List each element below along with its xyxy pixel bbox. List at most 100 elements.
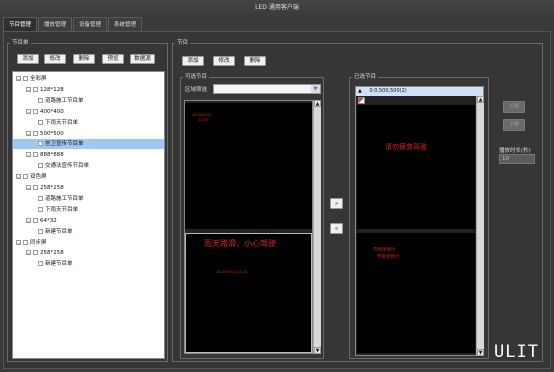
tree-resolution[interactable]: − 500*500 xyxy=(13,129,164,139)
area-filter-label: 区域筛选 xyxy=(185,87,208,93)
expand-collapse-icon[interactable]: − xyxy=(16,239,21,246)
expand-collapse-icon[interactable]: − xyxy=(26,152,31,158)
area-filter-select[interactable]: ▼ xyxy=(213,84,321,94)
available-programs-title: 可选节目 xyxy=(183,72,210,80)
screen-thumbnail-icon xyxy=(358,97,365,104)
folder-icon xyxy=(23,76,28,81)
expand-collapse-icon[interactable]: − xyxy=(16,174,21,180)
tree-program-list[interactable]: 新建节目单 xyxy=(13,227,164,237)
selected-program-thumb-2[interactable]: 节目单预计 节目单预计 xyxy=(357,233,475,353)
program-list-icon xyxy=(38,141,43,147)
thumb-2-date: 2020/06/11 11:24 xyxy=(216,270,248,274)
tree-item-label: 下雨天节目单 xyxy=(45,119,79,126)
selected-list-scrollbar[interactable]: ▲ ▼ xyxy=(476,96,484,356)
data-source-button[interactable]: 数据源 xyxy=(130,54,155,64)
expand-collapse-icon[interactable]: − xyxy=(26,86,31,93)
program-list-icon xyxy=(38,228,43,234)
program-tree[interactable]: − 全彩屏 − 128*128 道路施工节目单 − 400*400 下雨天节目单 − 500*50… xyxy=(12,71,165,359)
delete-program-button[interactable]: 删除 xyxy=(244,56,266,66)
add-program-button[interactable]: 添加 xyxy=(182,56,204,66)
expand-collapse-icon[interactable]: − xyxy=(16,76,21,82)
tree-item-label: 道路施工节目单 xyxy=(45,97,84,104)
program-list-icon xyxy=(38,163,43,169)
move-left-button[interactable]: « xyxy=(330,223,343,234)
tree-item-label: 同步屏 xyxy=(30,239,47,246)
chevron-down-icon[interactable]: ▼ xyxy=(311,85,320,93)
tab-bar: 节目管理 播放管理 设备管理 系统管理 xyxy=(3,17,143,31)
preview-button[interactable]: 预览 xyxy=(102,54,124,64)
folder-icon xyxy=(33,250,38,256)
duration-input[interactable]: 10 xyxy=(499,154,535,164)
tree-resolution[interactable]: − 128*128 xyxy=(13,85,164,95)
folder-icon xyxy=(23,174,28,180)
tree-category[interactable]: − 全彩屏 xyxy=(13,74,164,84)
scroll-down-icon[interactable]: ▼ xyxy=(314,347,321,354)
available-program-thumb-1[interactable]: 2020/04/22 12:00 xyxy=(185,103,312,229)
tree-item-label: 64*32 xyxy=(40,217,57,224)
folder-icon xyxy=(33,130,38,136)
tree-program-list[interactable]: 新建节目单 xyxy=(13,259,164,269)
duration-label: 播放时长(秒) xyxy=(499,148,531,154)
selected-programs-title: 已选节目 xyxy=(352,72,379,80)
move-up-button[interactable]: 上移 xyxy=(503,101,525,113)
tree-item-label: 双色屏 xyxy=(30,174,47,181)
selected-thumb-1-text: 请勿疲劳驾驶 xyxy=(385,143,427,151)
tab-device-management[interactable]: 设备管理 xyxy=(73,17,108,31)
expand-collapse-icon[interactable]: − xyxy=(26,250,31,256)
edit-program-list-button[interactable]: 修改 xyxy=(44,54,66,64)
add-program-list-button[interactable]: 添加 xyxy=(17,54,39,64)
thumb-1-date: 2020/04/22 xyxy=(192,113,213,117)
thumb-1-time: 12:00 xyxy=(198,118,209,122)
expand-collapse-icon[interactable]: − xyxy=(26,217,31,224)
triangle-up-icon: ▲ xyxy=(358,88,362,94)
tree-resolution[interactable]: − 258*258 xyxy=(13,248,164,258)
tree-resolution[interactable]: − 400*400 xyxy=(13,107,164,117)
scroll-up-icon[interactable]: ▲ xyxy=(477,96,484,103)
programs-title: 节目 xyxy=(175,38,191,46)
program-list-icon xyxy=(38,119,43,125)
tree-category[interactable]: − 同步屏 xyxy=(13,238,164,248)
move-right-button[interactable]: » xyxy=(330,198,343,209)
tree-item-label: 新建节目单 xyxy=(45,261,73,268)
tree-item-label: 258*258 xyxy=(40,185,64,191)
tree-program-list[interactable]: 创卫宣传节目单 xyxy=(13,139,164,150)
tab-system-management[interactable]: 系统管理 xyxy=(108,17,143,31)
tree-item-label: 创卫宣传节目单 xyxy=(45,141,84,148)
tree-program-list[interactable]: 道路施工节目单 xyxy=(13,96,164,106)
tree-resolution[interactable]: − 888*888 xyxy=(13,150,164,160)
tree-item-label: 交通法宣传节目单 xyxy=(45,163,90,170)
folder-icon xyxy=(23,239,28,245)
tree-resolution[interactable]: − 64*32 xyxy=(13,216,164,226)
program-list-icon xyxy=(38,206,43,212)
tree-program-list[interactable]: 下雨天节目单 xyxy=(13,205,164,215)
tree-category[interactable]: − 双色屏 xyxy=(13,172,164,182)
folder-icon xyxy=(33,86,38,92)
program-list-icon xyxy=(38,97,43,103)
tree-item-label: 全彩屏 xyxy=(30,76,47,82)
move-down-button[interactable]: 下移 xyxy=(503,119,525,131)
tree-item-label: 258*258 xyxy=(40,250,64,257)
selected-header-row[interactable]: ▲ 0.0,500,500(2) xyxy=(356,87,483,96)
folder-icon xyxy=(33,152,38,158)
tab-playback-management[interactable]: 播放管理 xyxy=(38,17,73,31)
delete-program-list-button[interactable]: 删除 xyxy=(73,54,95,64)
expand-collapse-icon[interactable]: − xyxy=(26,130,31,137)
tree-resolution[interactable]: − 258*258 xyxy=(13,183,164,193)
scroll-down-icon[interactable]: ▼ xyxy=(477,349,484,356)
edit-program-button[interactable]: 修改 xyxy=(213,56,235,66)
selected-program-thumb-1[interactable]: 请勿疲劳驾驶 xyxy=(357,105,475,229)
expand-collapse-icon[interactable]: − xyxy=(26,185,31,191)
selected-header-text: 0.0,500,500(2) xyxy=(369,88,407,94)
scroll-up-icon[interactable]: ▲ xyxy=(314,100,321,107)
folder-icon xyxy=(33,185,38,190)
thumb-2-text: 雨天路滑，小心驾驶 xyxy=(204,239,276,248)
expand-collapse-icon[interactable]: − xyxy=(26,108,31,115)
program-list-icon xyxy=(38,195,43,201)
tree-program-list[interactable]: 交通法宣传节目单 xyxy=(13,161,164,171)
available-list-scrollbar[interactable]: ▲ ▼ xyxy=(313,100,321,354)
tree-program-list[interactable]: 下雨天节目单 xyxy=(13,118,164,128)
available-program-thumb-2[interactable]: 雨天路滑，小心驾驶 2020/06/11 11:24 xyxy=(185,233,312,353)
selected-thumb-2-text-2: 节目单预计 xyxy=(377,255,400,260)
tab-program-management[interactable]: 节目管理 xyxy=(3,17,38,31)
tree-program-list[interactable]: 道路施工节目单 xyxy=(13,194,164,204)
